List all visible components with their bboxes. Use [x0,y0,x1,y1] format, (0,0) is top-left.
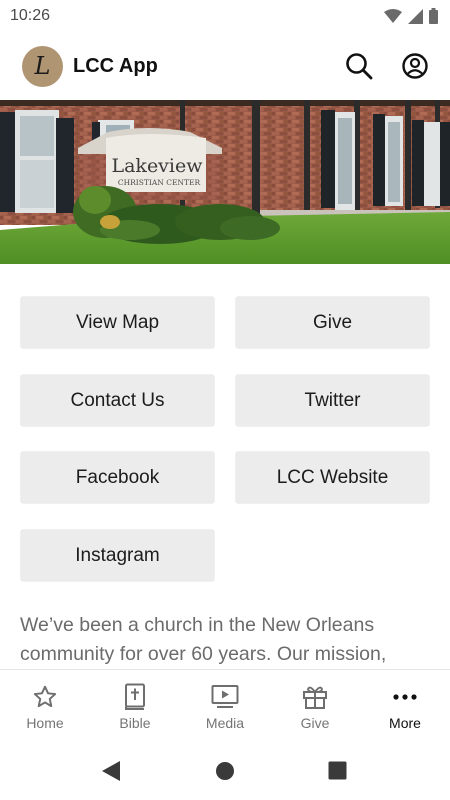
contact-us-button[interactable]: Contact Us [21,375,214,426]
bottom-nav: Home Bible Media Give More [0,669,450,741]
twitter-button[interactable]: Twitter [236,375,429,426]
nav-item-home[interactable]: Home [0,670,90,741]
bible-icon [123,683,147,711]
wifi-icon [384,8,402,24]
nav-item-media[interactable]: Media [180,670,270,741]
nav-label-media: Media [205,715,245,731]
nav-label-home: Home [26,715,64,731]
nav-label-give: Give [300,715,330,731]
app-header: L LCC App [0,32,450,100]
instagram-button[interactable]: Instagram [21,530,214,581]
star-icon [32,683,58,711]
give-button[interactable]: Give [236,297,429,348]
system-nav [0,741,450,800]
account-icon [402,53,428,79]
more-icon [392,683,418,711]
sign-line-2: CHRISTIAN CENTER [118,178,201,187]
status-icons [384,8,438,24]
header-actions [344,51,430,81]
back-icon [102,761,120,781]
battery-icon [429,8,438,24]
media-icon [211,683,239,711]
gift-icon [302,683,328,711]
back-button[interactable] [101,760,121,787]
hero-image: Lakeview CHRISTIAN CENTER [0,100,450,264]
lcc-website-button[interactable]: LCC Website [236,452,429,503]
app-title: LCC App [73,54,158,77]
search-button[interactable] [344,51,374,81]
status-time: 10:26 [10,7,51,24]
sign-line-1: Lakeview [111,155,203,177]
logo-letter: L [34,51,51,80]
recents-icon [328,761,347,780]
nav-label-bible: Bible [119,715,151,731]
facebook-button[interactable]: Facebook [21,452,214,503]
home-circle-icon [216,762,234,780]
status-bar: 10:26 [0,0,450,32]
cellular-icon [408,8,423,24]
about-text: We’ve been a church in the New Orleans c… [20,614,387,665]
nav-item-bible[interactable]: Bible [90,670,180,741]
recents-button[interactable] [328,761,347,785]
nav-item-more[interactable]: More [360,670,450,741]
nav-item-give[interactable]: Give [270,670,360,741]
home-system-button[interactable] [215,761,235,786]
nav-label-more: More [389,715,421,731]
search-icon [346,53,373,80]
view-map-button[interactable]: View Map [21,297,214,348]
app-logo: L [22,45,63,87]
account-button[interactable] [400,51,430,81]
